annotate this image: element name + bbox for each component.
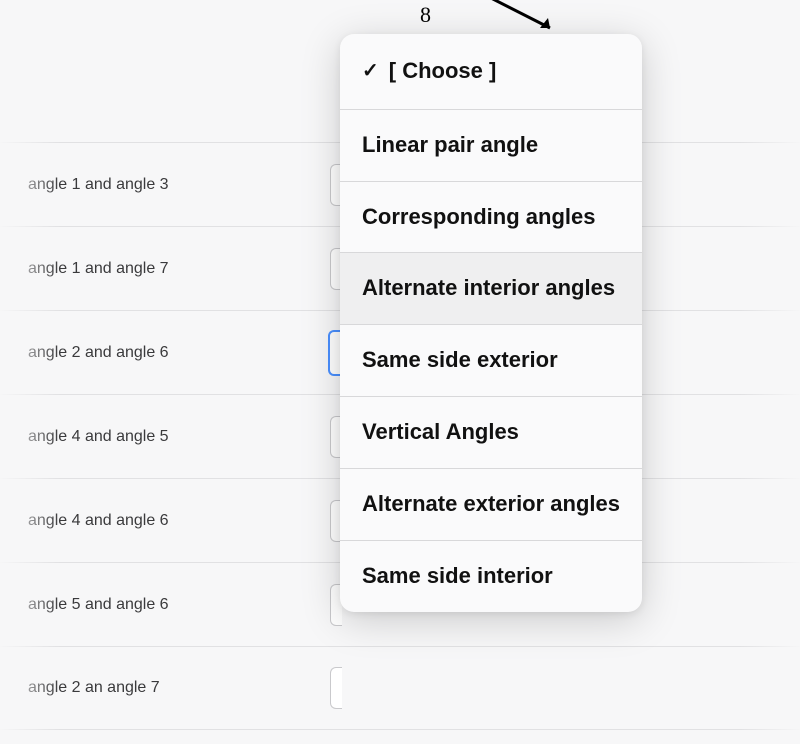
row-label: angle 2 an angle 7 [28,679,160,697]
row-label: angle 1 and angle 7 [28,260,169,278]
dropdown-option[interactable]: Alternate interior angles [340,252,642,324]
row-label: angle 4 and angle 5 [28,428,169,446]
row-label: angle 1 and angle 3 [28,176,169,194]
dropdown-option-selected[interactable]: ✓ [ Choose ] [340,34,642,109]
dropdown-option[interactable]: Corresponding angles [340,181,642,253]
dropdown-option[interactable]: Vertical Angles [340,396,642,468]
dropdown-option-label: Alternate interior angles [362,275,615,302]
question-row: angle 2 an angle 7 [0,646,800,730]
dropdown-option-label: Corresponding angles [362,204,595,231]
dropdown-option-label: Linear pair angle [362,132,538,159]
dropdown-option[interactable]: Same side exterior [340,324,642,396]
diagram-label-8: 8 [420,2,431,28]
row-label: angle 4 and angle 6 [28,512,169,530]
row-label: angle 2 and angle 6 [28,344,169,362]
dropdown-option-label: Alternate exterior angles [362,491,620,518]
select-field[interactable] [330,667,342,709]
dropdown-option[interactable]: Alternate exterior angles [340,468,642,540]
angle-type-dropdown[interactable]: ✓ [ Choose ] Linear pair angle Correspon… [340,34,642,612]
dropdown-option-label: Vertical Angles [362,419,519,446]
row-label: angle 5 and angle 6 [28,596,169,614]
dropdown-option[interactable]: Linear pair angle [340,109,642,181]
dropdown-option-label: Same side exterior [362,347,558,374]
dropdown-option-label: [ Choose ] [389,58,497,85]
dropdown-option-label: Same side interior [362,563,553,590]
checkmark-icon: ✓ [362,59,379,83]
dropdown-option[interactable]: Same side interior [340,540,642,612]
select-field[interactable] [328,330,340,376]
